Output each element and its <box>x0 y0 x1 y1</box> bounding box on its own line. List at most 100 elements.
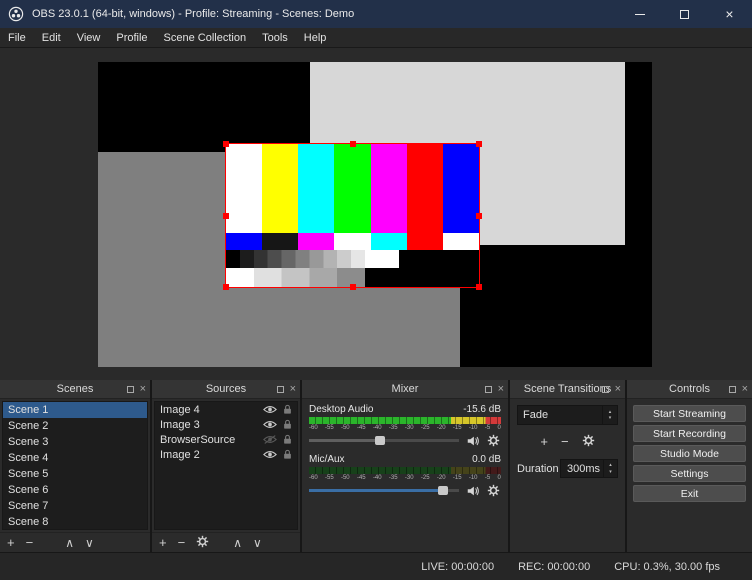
move-scene-down-button[interactable]: ∨ <box>85 537 94 549</box>
mixer-dock-header[interactable]: Mixer × <box>302 380 508 399</box>
source-list-item[interactable]: Image 3 <box>155 417 297 432</box>
menu-item-tools[interactable]: Tools <box>254 28 296 47</box>
scene-list-item[interactable]: Scene 4 <box>3 450 147 466</box>
maximize-button[interactable] <box>662 0 707 28</box>
selection-handle-topmid[interactable] <box>350 141 356 147</box>
test-pattern <box>226 144 479 287</box>
rec-time: REC: 00:00:00 <box>518 561 590 573</box>
visibility-eye-icon[interactable] <box>263 450 277 459</box>
close-button[interactable]: × <box>707 0 752 28</box>
slider-handle[interactable] <box>438 486 448 495</box>
move-source-up-button[interactable]: ∧ <box>233 537 242 549</box>
duration-row: Duration 300ms ▴ ▾ <box>517 459 618 478</box>
volume-slider[interactable] <box>309 433 459 448</box>
close-dock-icon[interactable]: × <box>742 384 748 395</box>
menu-item-help[interactable]: Help <box>296 28 335 47</box>
studio-mode-button[interactable]: Studio Mode <box>633 445 746 462</box>
selection-handle-midleft[interactable] <box>223 213 229 219</box>
menu-item-view[interactable]: View <box>69 28 109 47</box>
scenes-dock-header[interactable]: Scenes × <box>0 380 150 399</box>
start-streaming-button[interactable]: Start Streaming <box>633 405 746 422</box>
scene-list-item[interactable]: Scene 3 <box>3 434 147 450</box>
move-source-down-button[interactable]: ∨ <box>253 537 262 549</box>
source-list-item[interactable]: Image 2 <box>155 447 297 462</box>
volume-slider[interactable] <box>309 483 459 498</box>
grayscale-ramp <box>226 250 365 269</box>
menu-item-profile[interactable]: Profile <box>108 28 155 47</box>
channel-settings-gear-icon[interactable] <box>486 433 501 448</box>
menu-item-edit[interactable]: Edit <box>34 28 69 47</box>
lock-icon[interactable] <box>283 449 292 460</box>
close-dock-icon[interactable]: × <box>615 384 621 395</box>
scene-list-item[interactable]: Scene 7 <box>3 498 147 514</box>
minimize-icon <box>635 14 645 15</box>
combo-arrows-icon[interactable]: ▴ ▾ <box>602 406 617 424</box>
selection-handle-topleft[interactable] <box>223 141 229 147</box>
move-scene-up-button[interactable]: ∧ <box>65 537 74 549</box>
color-bars <box>226 144 479 233</box>
settings-button[interactable]: Settings <box>633 465 746 482</box>
visibility-eye-icon[interactable] <box>263 420 277 429</box>
add-scene-button[interactable]: + <box>7 536 15 549</box>
channel-settings-gear-icon[interactable] <box>486 483 501 498</box>
float-dock-icon[interactable] <box>277 386 284 393</box>
status-bar: LIVE: 00:00:00 REC: 00:00:00 CPU: 0.3%, … <box>0 552 752 580</box>
exit-button[interactable]: Exit <box>633 485 746 502</box>
remove-scene-button[interactable]: − <box>26 536 34 549</box>
selection-handle-bottommid[interactable] <box>350 284 356 290</box>
db-scale-label: -45 <box>357 475 366 481</box>
scenes-toolbar: + − ∧ ∨ <box>0 532 150 552</box>
mute-speaker-icon[interactable] <box>465 433 480 448</box>
source-list-item[interactable]: BrowserSource <box>155 432 297 447</box>
remove-source-button[interactable]: − <box>178 536 186 549</box>
lock-icon[interactable] <box>283 404 292 415</box>
visibility-eye-icon[interactable] <box>263 435 277 444</box>
visibility-eye-icon[interactable] <box>263 405 277 414</box>
close-dock-icon[interactable]: × <box>290 384 296 395</box>
float-dock-icon[interactable] <box>485 386 492 393</box>
float-dock-icon[interactable] <box>127 386 134 393</box>
slider-handle[interactable] <box>375 436 385 445</box>
mixer-channel-desktop-audio: Desktop Audio -15.6 dB -60-55-50-45-40-3… <box>309 404 501 448</box>
start-recording-button[interactable]: Start Recording <box>633 425 746 442</box>
selected-source[interactable] <box>225 143 480 288</box>
close-dock-icon[interactable]: × <box>140 384 146 395</box>
lock-icon[interactable] <box>283 434 292 445</box>
add-transition-button[interactable]: + <box>540 435 548 448</box>
scene-list-item[interactable]: Scene 6 <box>3 482 147 498</box>
scene-list-item[interactable]: Scene 1 <box>3 402 147 418</box>
source-properties-gear-icon[interactable] <box>196 535 209 550</box>
close-dock-icon[interactable]: × <box>498 384 504 395</box>
float-dock-icon[interactable] <box>729 386 736 393</box>
db-scale-label: -10 <box>469 425 478 431</box>
scene-list-item[interactable]: Scene 8 <box>3 514 147 530</box>
transition-properties-gear-icon[interactable] <box>582 434 595 449</box>
dock-row: Scenes × Scene 1Scene 2Scene 3Scene 4Sce… <box>0 380 752 552</box>
controls-dock-header[interactable]: Controls × <box>627 380 752 399</box>
mute-speaker-icon[interactable] <box>465 483 480 498</box>
selection-handle-midright[interactable] <box>476 213 482 219</box>
scene-list-item[interactable]: Scene 5 <box>3 466 147 482</box>
source-list-item[interactable]: Image 4 <box>155 402 297 417</box>
titlebar[interactable]: OBS 23.0.1 (64-bit, windows) - Profile: … <box>0 0 752 28</box>
selection-handle-bottomleft[interactable] <box>223 284 229 290</box>
source-name: Image 4 <box>160 404 263 416</box>
add-source-button[interactable]: + <box>159 536 167 549</box>
menu-item-file[interactable]: File <box>0 28 34 47</box>
transition-select[interactable]: Fade ▴ ▾ <box>517 405 618 425</box>
db-scale-label: -20 <box>437 475 446 481</box>
sources-dock-header[interactable]: Sources × <box>152 380 300 399</box>
minimize-button[interactable] <box>617 0 662 28</box>
window-controls: × <box>617 0 752 28</box>
duration-spinbox[interactable]: 300ms ▴ ▾ <box>560 459 618 478</box>
transitions-dock-header[interactable]: Scene Transitions × <box>510 380 625 399</box>
spin-arrows-icon[interactable]: ▴ ▾ <box>603 460 617 477</box>
lock-icon[interactable] <box>283 419 292 430</box>
scene-list-item[interactable]: Scene 2 <box>3 418 147 434</box>
float-dock-icon[interactable] <box>602 386 609 393</box>
db-scale-label: -15 <box>453 425 462 431</box>
menu-item-scene-collection[interactable]: Scene Collection <box>156 28 255 47</box>
selection-handle-bottomright[interactable] <box>476 284 482 290</box>
remove-transition-button[interactable]: − <box>561 435 569 448</box>
selection-handle-topright[interactable] <box>476 141 482 147</box>
